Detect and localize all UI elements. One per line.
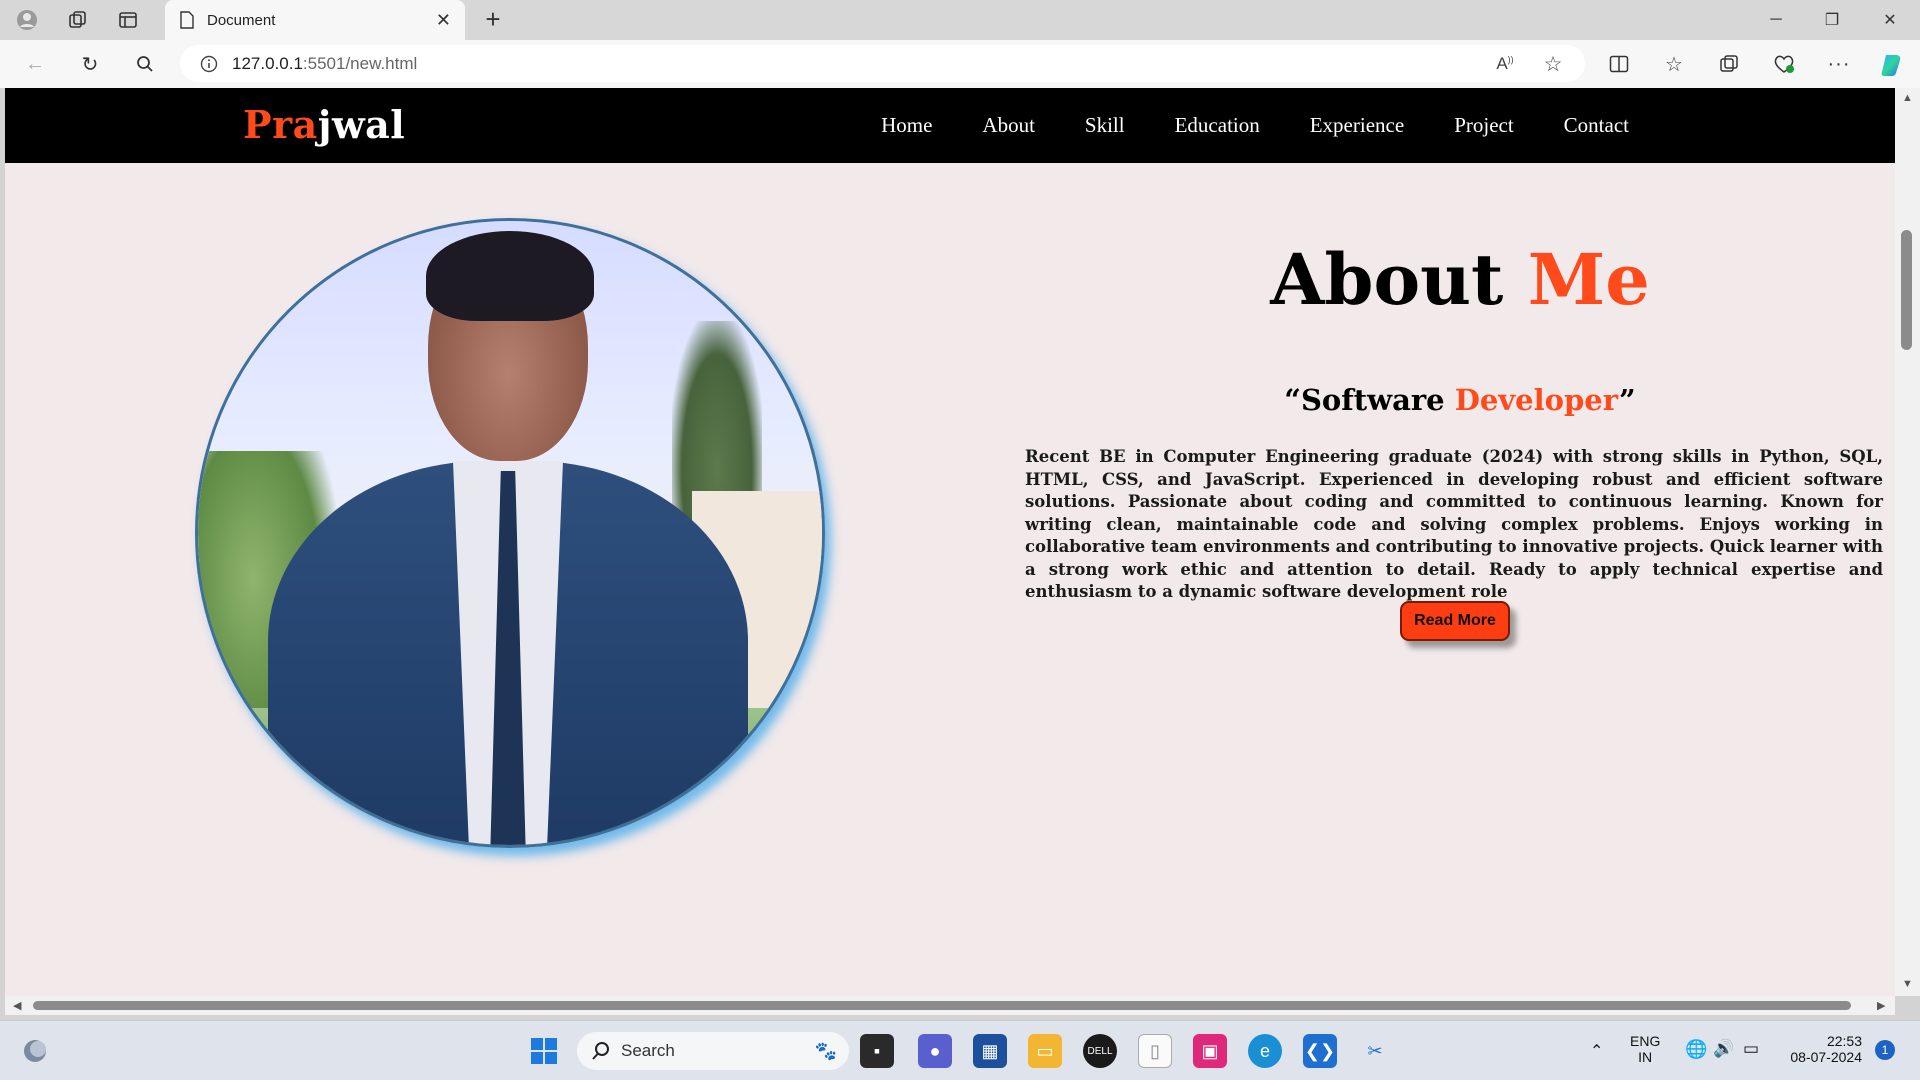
refresh-icon[interactable]: ↻ <box>75 49 105 79</box>
page-viewport: Prajwal Home About Skill Education Exper… <box>5 88 1895 996</box>
favorites-icon[interactable]: ☆ <box>1658 49 1690 79</box>
split-screen-icon[interactable] <box>1603 49 1635 79</box>
bio-paragraph: Recent BE in Computer Engineering gradua… <box>1025 447 1883 601</box>
info-icon[interactable] <box>200 55 218 73</box>
network-icon[interactable]: 🌐 <box>1685 1039 1707 1060</box>
site-logo[interactable]: Prajwal <box>243 102 405 147</box>
tab-actions-icon[interactable] <box>113 6 143 34</box>
close-tab-icon[interactable]: ✕ <box>436 10 451 31</box>
vertical-scroll-thumb[interactable] <box>1901 230 1912 350</box>
nav-home[interactable]: Home <box>881 113 932 138</box>
tab-title: Document <box>207 11 276 29</box>
vertical-scrollbar[interactable]: ▲ ▼ <box>1895 88 1920 996</box>
minimize-icon[interactable]: ─ <box>1748 0 1804 40</box>
store-icon[interactable]: ▦ <box>973 1034 1007 1068</box>
address-field[interactable]: 127.0.0.1:5501/new.html <box>180 45 1585 82</box>
teams-icon[interactable]: ● <box>918 1034 952 1068</box>
taskbar-search-placeholder: Search <box>621 1041 675 1060</box>
nav-project[interactable]: Project <box>1454 113 1513 138</box>
dell-icon[interactable]: DELL <box>1083 1034 1117 1068</box>
nav-contact[interactable]: Contact <box>1564 113 1629 138</box>
nav-about[interactable]: About <box>982 113 1035 138</box>
nav-skill[interactable]: Skill <box>1085 113 1125 138</box>
read-more-button[interactable]: Read More <box>1400 601 1510 641</box>
horizontal-scroll-thumb[interactable] <box>33 1001 1851 1010</box>
horizontal-scrollbar[interactable]: ◀ ▶ <box>5 996 1895 1015</box>
close-window-icon[interactable]: ✕ <box>1862 0 1918 40</box>
workspaces-icon[interactable] <box>62 6 92 34</box>
notification-badge[interactable]: 1 <box>1875 1040 1895 1060</box>
nav-education[interactable]: Education <box>1175 113 1260 138</box>
snipping-tool-icon[interactable]: ✂ <box>1358 1034 1392 1068</box>
taskbar-search[interactable]: Search 🐾 <box>577 1032 849 1070</box>
favorite-star-icon[interactable]: ☆ <box>1538 49 1568 79</box>
page-icon <box>180 11 194 29</box>
search-highlight-icon: 🐾 <box>814 1040 837 1061</box>
scroll-down-icon[interactable]: ▼ <box>1902 978 1913 990</box>
media-app-icon[interactable]: ▣ <box>1193 1034 1227 1068</box>
site-navbar: Prajwal Home About Skill Education Exper… <box>5 88 1895 163</box>
scroll-left-icon[interactable]: ◀ <box>13 999 21 1012</box>
search-icon <box>592 1042 609 1060</box>
tab-strip: Document ✕ + ─ ❐ ✕ <box>0 0 1920 40</box>
role-subtitle: “Software Developer” <box>1284 383 1636 417</box>
task-view-icon[interactable]: ▪ <box>860 1034 894 1068</box>
collections-icon[interactable] <box>1713 49 1745 79</box>
edge-icon[interactable]: e <box>1248 1034 1282 1068</box>
battery-icon[interactable]: ▭ <box>1743 1039 1759 1059</box>
scroll-up-icon[interactable]: ▲ <box>1902 92 1913 104</box>
file-explorer-icon[interactable]: ▭ <box>1028 1034 1062 1068</box>
read-aloud-icon[interactable]: A)) <box>1490 49 1520 79</box>
volume-icon[interactable]: 🔊 <box>1713 1039 1734 1059</box>
site-menu: Home About Skill Education Experience Pr… <box>881 88 1629 163</box>
tab-document[interactable]: Document ✕ <box>165 0 465 40</box>
restore-icon[interactable]: ❐ <box>1804 0 1860 40</box>
taskbar: Search 🐾 ▪ ● ▦ ▭ DELL ▯ ▣ e ❮❯ ✂ ⌃ ENG I… <box>0 1020 1920 1080</box>
show-hidden-icons-icon[interactable]: ⌃ <box>1590 1041 1603 1061</box>
vscode-icon[interactable]: ❮❯ <box>1303 1034 1337 1068</box>
search-icon[interactable] <box>130 49 160 79</box>
more-options-icon[interactable]: ··· <box>1823 49 1855 79</box>
scroll-right-icon[interactable]: ▶ <box>1877 999 1885 1012</box>
nav-experience[interactable]: Experience <box>1310 113 1404 138</box>
weather-icon[interactable] <box>18 1034 52 1068</box>
url-text: 127.0.0.1:5501/new.html <box>232 53 418 73</box>
about-heading: About Me <box>1270 238 1650 321</box>
address-toolbar: ← ↻ 127.0.0.1:5501/new.html A)) ☆ ☆ ··· <box>0 40 1920 88</box>
start-icon[interactable] <box>527 1034 561 1068</box>
browser-essentials-icon[interactable] <box>1768 49 1800 79</box>
back-icon[interactable]: ← <box>20 49 50 79</box>
language-indicator[interactable]: ENG IN <box>1630 1033 1660 1065</box>
notepad-icon[interactable]: ▯ <box>1138 1034 1172 1068</box>
clock[interactable]: 22:53 08-07-2024 <box>1780 1033 1862 1065</box>
copilot-icon[interactable] <box>1877 49 1909 79</box>
profile-icon[interactable] <box>12 6 42 34</box>
new-tab-icon[interactable]: + <box>478 4 508 35</box>
profile-photo <box>195 218 825 848</box>
